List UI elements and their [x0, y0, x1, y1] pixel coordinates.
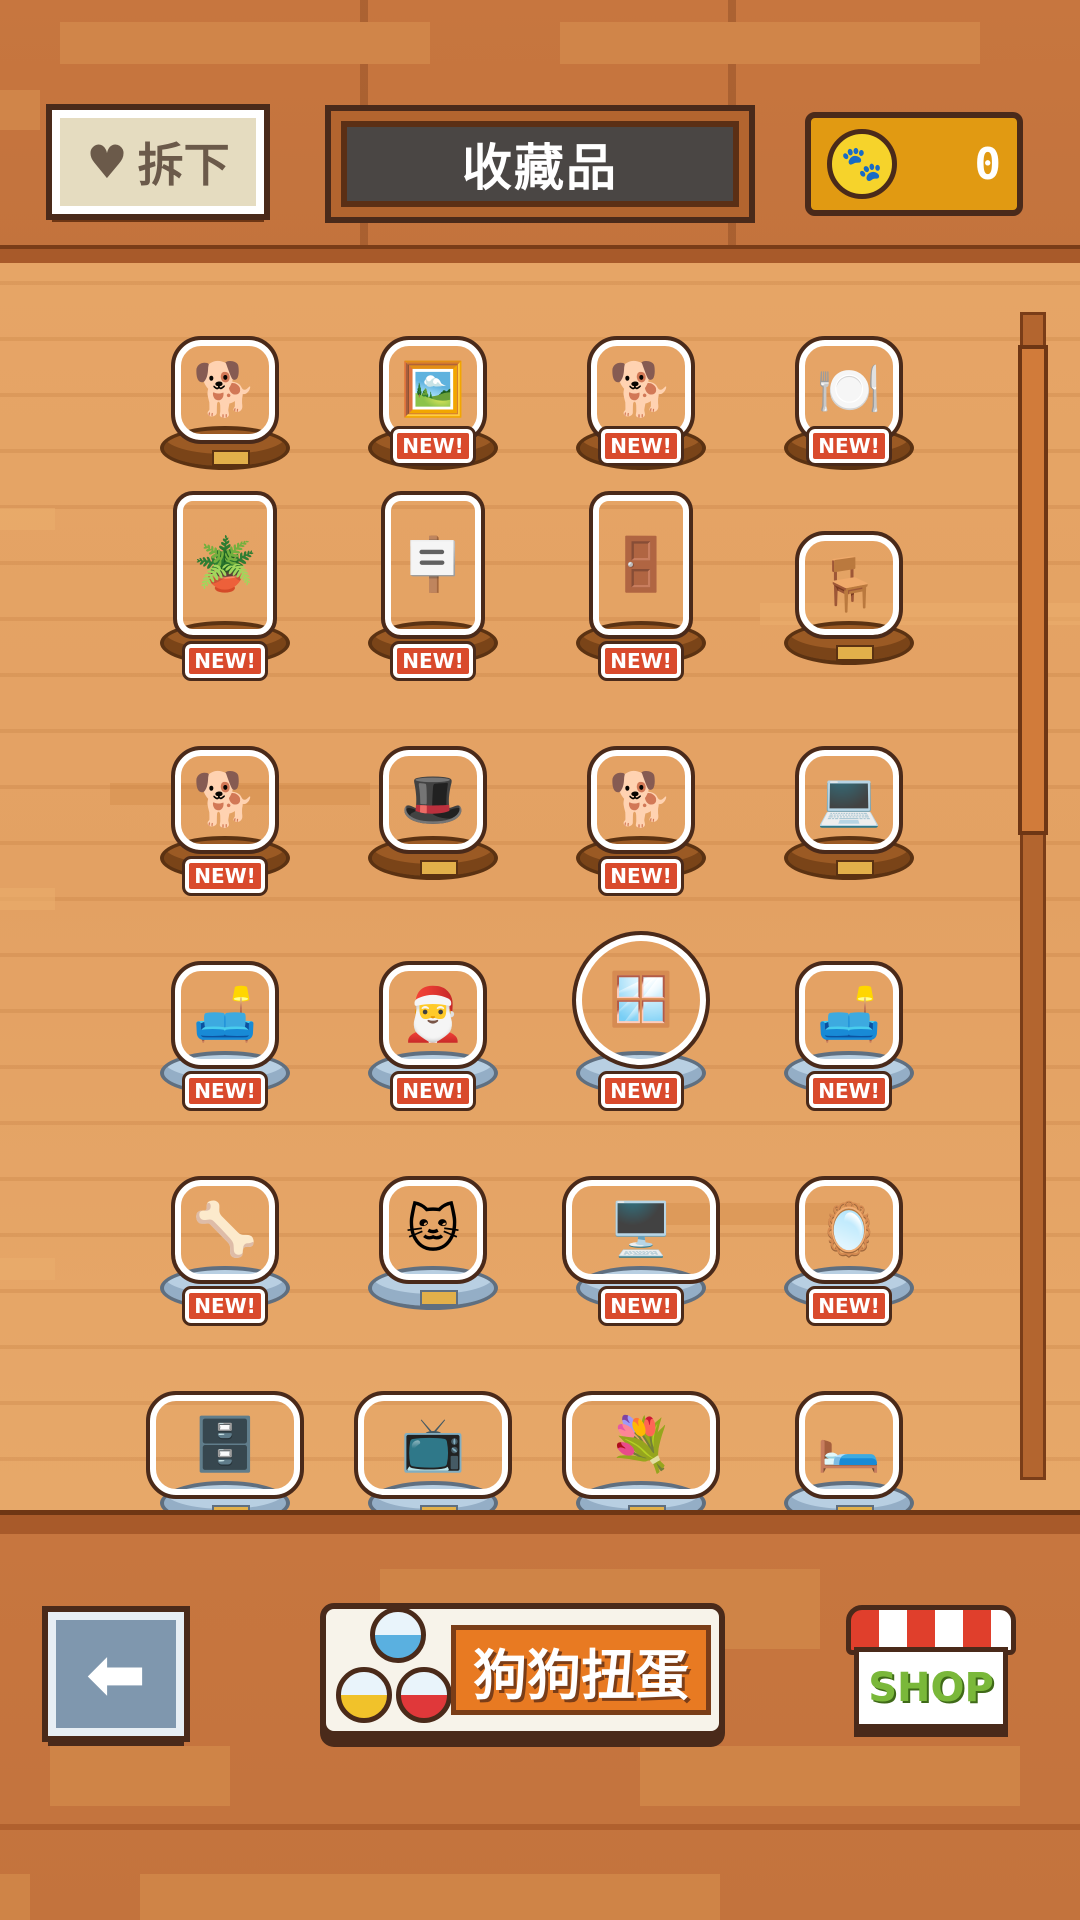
new-badge: NEW!: [182, 1071, 268, 1111]
collectible-icon: 🐕: [608, 770, 674, 830]
collection-item[interactable]: 🛏️ NEW!: [774, 1286, 924, 1510]
collection-item[interactable]: 🎩 NEW!: [358, 641, 508, 880]
collectible-figure: 🖥️: [562, 1176, 720, 1284]
collectible-figure: 🪧: [381, 491, 485, 639]
collectible-icon: 🪑: [816, 555, 882, 615]
collection-item[interactable]: 🦴 NEW!: [150, 1071, 300, 1310]
collection-item[interactable]: 🐕: [150, 270, 300, 470]
new-badge: NEW!: [598, 1071, 684, 1111]
collection-item[interactable]: 🪧 NEW!: [358, 426, 508, 665]
new-badge: NEW!: [598, 1286, 684, 1326]
collectible-icon: 🐕: [192, 770, 258, 830]
collectible-figure: 🍽️: [795, 336, 903, 444]
collection-item[interactable]: 🪞 NEW!: [774, 1071, 924, 1310]
new-badge: NEW!: [598, 856, 684, 896]
collectible-figure: 💐: [562, 1391, 720, 1499]
collectible-figure: 🪟: [572, 931, 710, 1069]
collectible-icon: 🪟: [608, 970, 674, 1030]
collectible-figure: 🐕: [171, 336, 279, 444]
new-badge: NEW!: [182, 641, 268, 681]
collection-item[interactable]: 💐 NEW!: [562, 1286, 720, 1510]
collectible-icon: 🎅: [400, 985, 466, 1045]
collectible-icon: 🛏️: [816, 1415, 882, 1475]
collectible-icon: 🪧: [400, 535, 466, 595]
collection-item[interactable]: 🐕 NEW!: [150, 641, 300, 880]
collectible-icon: 🛋️: [816, 985, 882, 1045]
new-badge: NEW!: [806, 1071, 892, 1111]
shop-button-label: SHOP: [868, 1665, 994, 1711]
collectible-icon: 💻: [816, 770, 882, 830]
collectible-icon: 🐕: [192, 360, 258, 420]
collectible-figure: 🐱: [379, 1176, 487, 1284]
collection-item[interactable]: 🎅: [358, 895, 508, 1095]
new-badge: NEW!: [390, 641, 476, 681]
collectible-figure: 🚪: [589, 491, 693, 639]
collectible-figure: 🛏️: [795, 1391, 903, 1499]
capsule-icon: [396, 1667, 452, 1723]
collectible-figure: 🪑: [795, 531, 903, 639]
collectible-icon: 🖥️: [608, 1200, 674, 1260]
collectible-figure: 🐕: [587, 746, 695, 854]
back-arrow-icon: ⬅: [85, 1632, 147, 1716]
collectible-figure: 🎩: [379, 746, 487, 854]
new-badge: NEW!: [390, 1071, 476, 1111]
collectible-icon: 🖼️: [400, 360, 466, 420]
collectible-figure: 🐕: [171, 746, 279, 854]
collection-item[interactable]: 🐱 NEW!: [358, 1071, 508, 1310]
collectible-icon: 💐: [608, 1415, 674, 1475]
collectible-icon: 🎩: [400, 770, 466, 830]
collection-item[interactable]: 🗄️ NEW!: [146, 1286, 304, 1510]
new-badge: NEW!: [182, 1286, 268, 1326]
collectible-icon: 🗄️: [192, 1415, 258, 1475]
collection-grid: 🐕 🖼️ 🐕 🍽️ 🪴 🪧 NEW! 🚪 NEW! 🪑 NEW! 🐕 NEW! 🎩 NEW! 🐕 NEW! 💻 🛋️…: [0, 0, 1080, 1510]
collectible-figure: 💻: [795, 746, 903, 854]
new-badge: NEW!: [806, 1286, 892, 1326]
collection-item[interactable]: 🛋️ NEW!: [150, 856, 300, 1095]
shop-button[interactable]: SHOP: [846, 1605, 1016, 1735]
collectible-figure: 🛋️: [171, 961, 279, 1069]
collectible-icon: 🐕: [608, 360, 674, 420]
collectible-icon: 🪞: [816, 1200, 882, 1260]
collection-item[interactable]: 💻: [774, 680, 924, 880]
collection-item[interactable]: 🛋️: [774, 895, 924, 1095]
collectible-icon: 🍽️: [816, 360, 882, 420]
capsule-icon: [370, 1607, 426, 1663]
collection-item[interactable]: 🪴: [150, 465, 300, 665]
collectible-icon: 🐱: [405, 1200, 461, 1260]
collectible-figure: 📺: [354, 1391, 512, 1499]
collectible-figure: 🛋️: [795, 961, 903, 1069]
collectible-figure: 🐕: [587, 336, 695, 444]
gacha-button-label: 狗狗扭蛋: [473, 1643, 689, 1707]
new-badge: NEW!: [182, 856, 268, 896]
collectible-figure: 🗄️: [146, 1391, 304, 1499]
collectible-figure: 🪴: [173, 491, 277, 639]
collectible-icon: 🪴: [192, 535, 258, 595]
collectible-icon: 🚪: [608, 535, 674, 595]
collectible-figure: 🎅: [379, 961, 487, 1069]
collection-item[interactable]: 📺: [354, 1325, 512, 1510]
dog-gacha-button[interactable]: 狗狗扭蛋: [320, 1603, 725, 1737]
collectible-icon: 🛋️: [192, 985, 258, 1045]
capsule-icon: [336, 1667, 392, 1723]
new-badge: NEW!: [806, 426, 892, 466]
collection-item[interactable]: 🪑 NEW!: [774, 426, 924, 665]
collection-item[interactable]: 🚪 NEW!: [566, 426, 716, 665]
collection-item[interactable]: 🖥️ NEW!: [562, 1071, 720, 1310]
new-badge: NEW!: [598, 426, 684, 466]
scrollbar-thumb[interactable]: [1018, 345, 1048, 835]
collectible-icon: 📺: [400, 1415, 466, 1475]
collection-item[interactable]: 🐕 NEW!: [566, 641, 716, 880]
new-badge: NEW!: [598, 641, 684, 681]
collectible-figure: 🦴: [171, 1176, 279, 1284]
collection-item[interactable]: 🪟 NEW!: [566, 856, 716, 1095]
collectible-icon: 🦴: [192, 1200, 258, 1260]
collectible-figure: 🪞: [795, 1176, 903, 1284]
new-badge: NEW!: [390, 426, 476, 466]
back-button[interactable]: ⬅: [42, 1606, 190, 1742]
collectible-figure: 🖼️: [379, 336, 487, 444]
